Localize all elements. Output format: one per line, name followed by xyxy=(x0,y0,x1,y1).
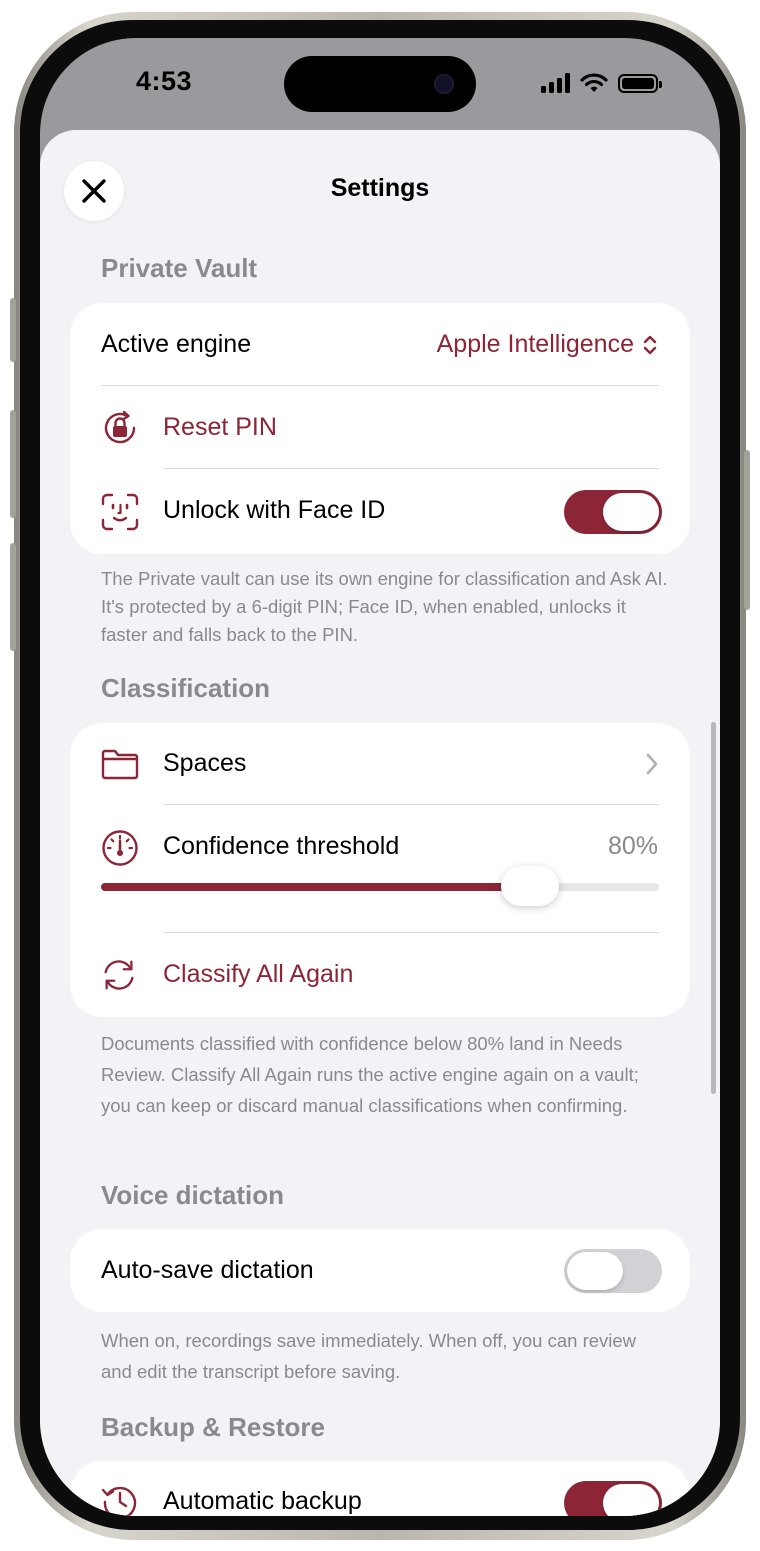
face-id-icon xyxy=(100,492,140,532)
voice-dictation-card: Auto-save dictation xyxy=(70,1229,690,1312)
volume-up-button xyxy=(10,410,16,518)
classify-all-label: Classify All Again xyxy=(163,960,354,988)
divider xyxy=(101,385,659,386)
divider xyxy=(163,804,659,805)
private-vault-footnote: The Private vault can use its own engine… xyxy=(101,568,668,645)
chevron-up-down-icon xyxy=(643,335,657,355)
face-id-label: Unlock with Face ID xyxy=(163,496,386,524)
auto-save-label: Auto-save dictation xyxy=(101,1256,314,1284)
slider-thumb[interactable] xyxy=(501,866,559,906)
section-header-private-vault: Private Vault xyxy=(101,253,258,283)
section-header-voice-dictation: Voice dictation xyxy=(101,1180,284,1210)
page-title: Settings xyxy=(330,174,430,202)
voice-dictation-footnote: When on, recordings save immediately. Wh… xyxy=(101,1330,637,1382)
active-engine-row[interactable]: Active engine Apple Intelligence xyxy=(70,303,690,386)
lock-rotate-icon xyxy=(100,408,140,448)
reset-pin-row[interactable]: Reset PIN xyxy=(70,387,690,469)
confidence-slider[interactable] xyxy=(101,866,659,906)
spaces-row[interactable]: Spaces xyxy=(70,723,690,805)
section-header-backup-restore: Backup & Restore xyxy=(101,1412,325,1442)
gauge-icon xyxy=(100,828,140,868)
classify-all-row[interactable]: Classify All Again xyxy=(70,934,690,1017)
settings-sheet: Settings Private Vault Active engine App… xyxy=(40,130,720,1516)
face-id-toggle[interactable] xyxy=(564,490,662,534)
auto-save-row: Auto-save dictation xyxy=(70,1229,690,1312)
backup-restore-card: Automatic backup xyxy=(70,1461,690,1516)
scroll-indicator[interactable] xyxy=(711,722,716,1094)
automatic-backup-row: Automatic backup xyxy=(70,1461,690,1516)
face-id-row: Unlock with Face ID xyxy=(70,470,690,554)
private-vault-card: Active engine Apple Intelligence Reset P… xyxy=(70,303,690,554)
confidence-threshold-row: Confidence threshold 80% xyxy=(70,806,690,931)
status-bar: 4:53 xyxy=(40,38,720,128)
front-camera xyxy=(434,74,454,94)
spaces-label: Spaces xyxy=(163,749,247,777)
reset-pin-label: Reset PIN xyxy=(163,413,277,441)
slider-fill xyxy=(101,883,530,891)
automatic-backup-label: Automatic backup xyxy=(163,1487,362,1515)
active-engine-label: Active engine xyxy=(101,330,252,358)
classification-footnote: Documents classified with confidence bel… xyxy=(101,1033,639,1116)
folder-icon xyxy=(100,744,140,784)
volume-down-button xyxy=(10,543,16,651)
confidence-threshold-value: 80% xyxy=(607,832,658,860)
action-button xyxy=(10,298,16,362)
power-button xyxy=(744,450,750,610)
auto-save-toggle[interactable] xyxy=(564,1249,662,1293)
section-header-classification: Classification xyxy=(101,673,271,703)
divider xyxy=(163,932,659,933)
wifi-icon xyxy=(580,73,608,92)
active-engine-value[interactable]: Apple Intelligence xyxy=(437,330,634,359)
divider xyxy=(163,468,659,469)
screen: 4:53 Settings Private Vault Active engin… xyxy=(40,38,720,1516)
chevron-right-icon xyxy=(646,753,658,775)
cellular-signal-icon xyxy=(541,73,570,93)
battery-icon xyxy=(618,73,662,93)
status-time: 4:53 xyxy=(136,66,193,96)
classification-card: Spaces Confidence threshold 80% Classify… xyxy=(70,723,690,1017)
dynamic-island xyxy=(284,56,476,112)
refresh-icon xyxy=(99,955,139,995)
status-icons xyxy=(541,72,662,94)
confidence-threshold-label: Confidence threshold xyxy=(163,832,400,860)
automatic-backup-toggle[interactable] xyxy=(564,1481,662,1516)
clock-history-icon xyxy=(100,1482,140,1516)
